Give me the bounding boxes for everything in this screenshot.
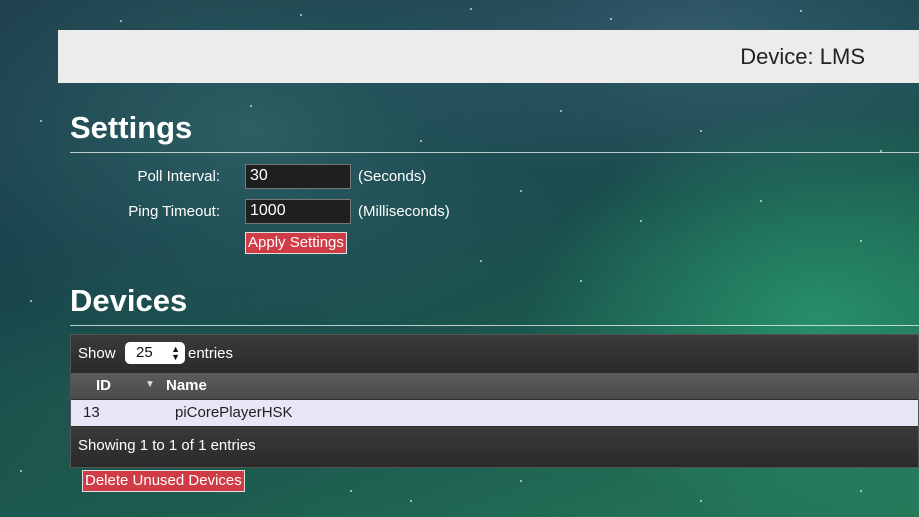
ping-timeout-input[interactable]: 1000 (245, 199, 351, 224)
ping-timeout-unit: (Milliseconds) (358, 203, 450, 220)
devices-divider (70, 325, 919, 326)
delete-unused-devices-button[interactable]: Delete Unused Devices (82, 470, 245, 492)
devices-heading: Devices (70, 283, 188, 318)
header-bar: Device: LMS (58, 30, 919, 83)
cell-name: piCorePlayerHSK (175, 404, 293, 421)
column-header-id[interactable]: ID (96, 377, 111, 394)
settings-heading: Settings (70, 110, 193, 145)
ping-timeout-label: Ping Timeout: (128, 203, 220, 220)
show-label: Show (78, 345, 116, 362)
poll-interval-input[interactable]: 30 (245, 164, 351, 189)
sort-desc-icon[interactable]: ▼ (145, 379, 155, 390)
poll-interval-unit: (Seconds) (358, 168, 427, 185)
settings-divider (70, 152, 919, 153)
entries-label: entries (188, 345, 234, 362)
table-info: Showing 1 to 1 of 1 entries (78, 437, 256, 454)
table-header: ID ▼ Name (71, 373, 918, 399)
apply-settings-button[interactable]: Apply Settings (245, 232, 347, 254)
select-arrows-icon: ▲ ▼ (171, 344, 180, 362)
cell-id: 13 (83, 404, 100, 421)
device-title: Device: LMS (740, 44, 865, 69)
page-length-value: 25 (136, 344, 153, 361)
page-length-select[interactable]: 25 ▲ ▼ (125, 342, 185, 364)
table-footer: Showing 1 to 1 of 1 entries (71, 427, 918, 467)
column-header-name[interactable]: Name (166, 377, 207, 394)
poll-interval-label: Poll Interval: (137, 168, 220, 185)
table-row[interactable]: 13 piCorePlayerHSK (71, 400, 918, 426)
devices-table: Show 25 ▲ ▼ entries ID ▼ Name 13 piCorePl… (70, 334, 919, 468)
table-toolbar: Show 25 ▲ ▼ entries (71, 335, 918, 373)
